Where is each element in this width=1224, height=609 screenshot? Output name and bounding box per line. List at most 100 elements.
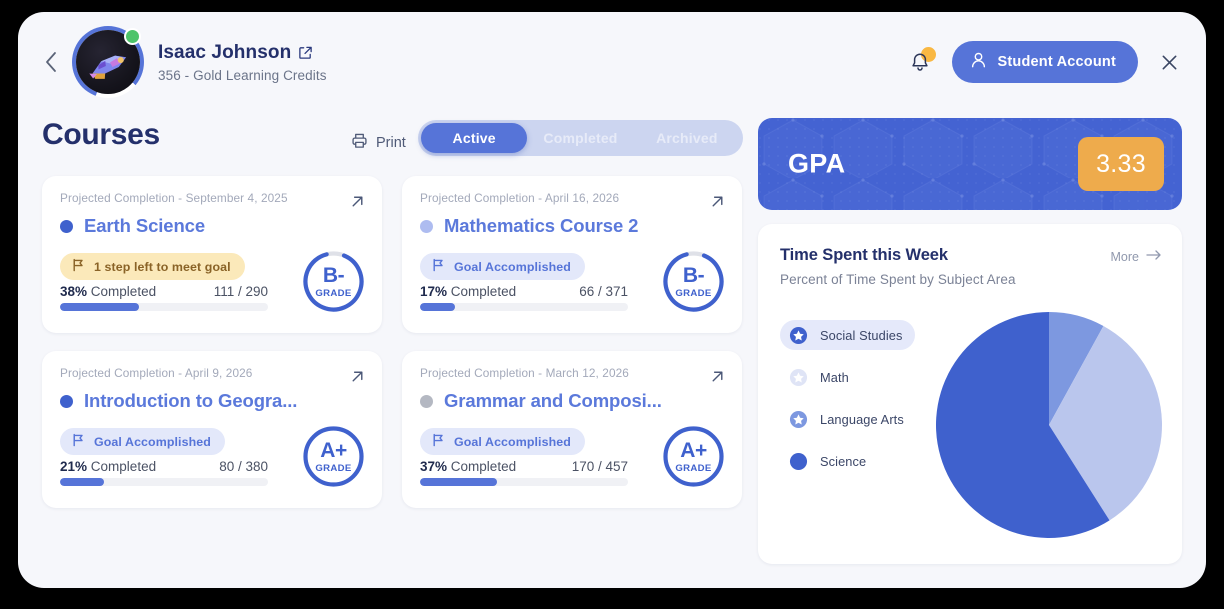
legend-label: Science [820, 453, 867, 469]
legend-item-social-studies[interactable]: Social Studies [780, 320, 915, 350]
progress-count: 170 / 457 [571, 459, 628, 474]
dot-icon [789, 452, 808, 471]
flag-icon [71, 433, 85, 450]
grade-ring: B- GRADE [662, 250, 725, 313]
flag-icon [71, 258, 85, 275]
course-title: Introduction to Geogra... [84, 390, 298, 411]
arrow-up-right-icon[interactable] [348, 367, 367, 391]
avatar[interactable] [72, 26, 144, 98]
gpa-banner: GPA 3.33 [758, 118, 1182, 210]
star-badge-icon [789, 368, 808, 387]
user-name: Isaac Johnson [158, 41, 292, 63]
arrow-up-right-icon[interactable] [708, 192, 727, 216]
grade-ring: A+ GRADE [662, 425, 725, 488]
progress-completed-label: Completed [450, 284, 517, 299]
grade-word: GRADE [675, 287, 712, 299]
legend-item-science[interactable]: Science [780, 446, 878, 476]
progress-completed-label: Completed [90, 284, 157, 299]
course-card[interactable]: Projected Completion - April 16, 2026 Ma… [402, 176, 742, 333]
pie-chart [934, 310, 1164, 540]
progress-bar-fill [420, 478, 497, 486]
flag-icon [431, 258, 445, 275]
grade-ring: A+ GRADE [302, 425, 365, 488]
notification-bell-button[interactable] [908, 47, 936, 76]
progress-bar [420, 478, 628, 486]
subject-color-dot [60, 219, 73, 233]
progress-bar [60, 303, 268, 311]
legend-label: Math [820, 369, 849, 385]
subject-color-dot [420, 394, 433, 408]
grade-ring: B- GRADE [302, 250, 365, 313]
subject-color-dot [60, 394, 73, 408]
grade-word: GRADE [315, 287, 352, 299]
tab-active[interactable]: Active [421, 123, 528, 153]
projected-completion-date: Projected Completion - April 16, 2026 [420, 191, 620, 205]
panel-subtitle: Percent of Time Spent by Subject Area [780, 272, 1016, 287]
goal-status-label: 1 step left to meet goal [94, 259, 231, 274]
progress-completed-label: Completed [90, 459, 157, 474]
legend-label: Language Arts [820, 411, 904, 427]
progress-count: 66 / 371 [579, 284, 628, 299]
progress-bar [60, 478, 268, 486]
grade-letter: B- [682, 263, 705, 287]
arrow-up-right-icon[interactable] [348, 192, 367, 216]
course-title: Grammar and Composi... [444, 390, 662, 411]
goal-status-badge: Goal Accomplished [60, 428, 225, 455]
goal-status-badge: Goal Accomplished [420, 253, 585, 280]
external-link-icon[interactable] [298, 45, 313, 60]
legend-item-language-arts[interactable]: Language Arts [780, 404, 916, 434]
grade-letter: B- [322, 263, 345, 287]
progress-bar-fill [60, 303, 140, 311]
gpa-label: GPA [788, 148, 846, 179]
gpa-value: 3.33 [1078, 137, 1164, 191]
close-button[interactable] [1156, 49, 1182, 75]
star-badge-icon [789, 410, 808, 429]
user-icon [970, 51, 987, 73]
print-label: Print [376, 134, 406, 151]
tab-archived[interactable]: Archived [634, 123, 740, 153]
chevron-left-icon [46, 52, 56, 72]
grade-word: GRADE [315, 462, 352, 474]
course-filter-tabs: Active Completed Archived [418, 120, 743, 156]
chart-legend: Social Studies Math Language Arts Scienc… [780, 320, 940, 488]
printer-icon [351, 132, 368, 153]
projected-completion-date: Projected Completion - September 4, 2025 [60, 191, 288, 205]
progress-bar-fill [60, 478, 104, 486]
goal-status-label: Goal Accomplished [94, 434, 211, 449]
grade-letter: A+ [680, 438, 707, 462]
projected-completion-date: Projected Completion - March 12, 2026 [420, 366, 629, 380]
legend-item-math[interactable]: Math [780, 362, 861, 392]
online-status-dot [124, 28, 141, 45]
print-button[interactable]: Print [351, 132, 406, 153]
arrow-right-icon [1146, 249, 1162, 264]
goal-status-badge: 1 step left to meet goal [60, 253, 245, 280]
tab-completed[interactable]: Completed [527, 123, 633, 153]
goal-status-label: Goal Accomplished [454, 434, 571, 449]
close-icon [1162, 55, 1176, 69]
user-meta: Isaac Johnson 356 - Gold Learning Credit… [158, 42, 327, 83]
flag-icon [431, 433, 445, 450]
progress-percent: 17% [420, 284, 448, 299]
more-link[interactable]: More [1111, 249, 1162, 264]
more-label: More [1110, 249, 1139, 264]
legend-label: Social Studies [820, 327, 903, 343]
progress-completed-label: Completed [450, 459, 517, 474]
progress-count: 80 / 380 [219, 459, 268, 474]
goal-status-badge: Goal Accomplished [420, 428, 585, 455]
back-button[interactable] [36, 47, 66, 77]
grade-word: GRADE [675, 462, 712, 474]
progress-bar [420, 303, 628, 311]
student-account-label: Student Account [997, 54, 1116, 70]
grade-letter: A+ [320, 438, 347, 462]
progress-percent: 21% [60, 459, 88, 474]
goal-status-label: Goal Accomplished [454, 259, 571, 274]
projected-completion-date: Projected Completion - April 9, 2026 [60, 366, 253, 380]
course-card[interactable]: Projected Completion - March 12, 2026 Gr… [402, 351, 742, 508]
rocket-avatar-icon [89, 55, 127, 79]
course-card[interactable]: Projected Completion - April 9, 2026 Int… [42, 351, 382, 508]
arrow-up-right-icon[interactable] [708, 367, 727, 391]
subject-color-dot [420, 219, 433, 233]
course-card[interactable]: Projected Completion - September 4, 2025… [42, 176, 382, 333]
top-bar-actions: Student Account [908, 41, 1182, 83]
student-account-button[interactable]: Student Account [951, 41, 1138, 83]
